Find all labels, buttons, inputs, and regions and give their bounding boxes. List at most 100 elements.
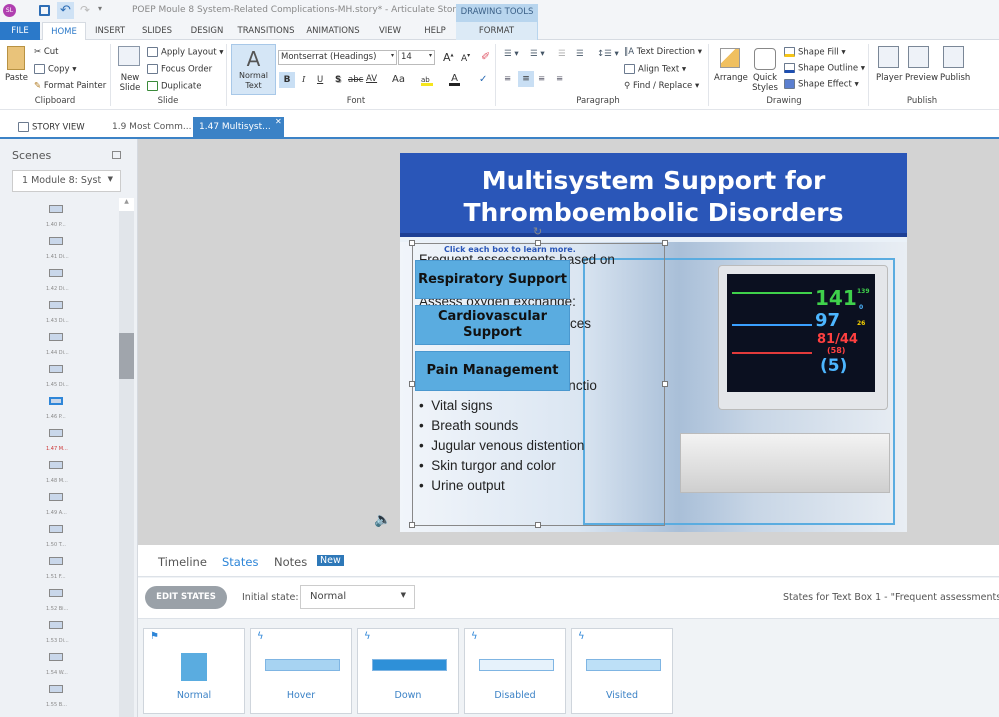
slide-thumbnail[interactable] (49, 301, 63, 309)
bold-button[interactable]: B (279, 72, 295, 88)
slide-thumbnail[interactable] (49, 333, 63, 341)
slide-thumbnail[interactable] (49, 621, 63, 629)
slide-thumbnail[interactable] (49, 269, 63, 277)
shape-effect-button[interactable]: Shape Effect ▾ (784, 79, 859, 90)
scrollbar-track[interactable]: ▲ (119, 198, 134, 717)
find-replace-button[interactable]: ⚲ Find / Replace ▾ (624, 81, 699, 91)
state-card-hover[interactable]: ϟ Hover (250, 628, 352, 714)
apply-layout-button[interactable]: Apply Layout ▾ (147, 47, 224, 58)
arrange-icon[interactable] (720, 48, 740, 68)
tab-story-view[interactable]: STORY VIEW (18, 122, 85, 133)
state-card-visited[interactable]: ϟ Visited (571, 628, 673, 714)
resize-handle[interactable] (535, 522, 541, 528)
clear-formatting-icon[interactable]: ✐ (481, 50, 490, 63)
new-slide-icon[interactable] (118, 46, 140, 66)
tab-home[interactable]: HOME (42, 22, 86, 40)
resize-handle[interactable] (662, 240, 668, 246)
scene-select[interactable]: 1 Module 8: Syst ▼ (12, 170, 121, 192)
font-color-icon[interactable]: A (449, 74, 460, 86)
slide-thumbnail[interactable] (49, 557, 63, 565)
state-card-disabled[interactable]: ϟ Disabled (464, 628, 566, 714)
decrease-indent-icon[interactable]: ☰ (558, 49, 566, 59)
slide-thumbnail[interactable] (49, 653, 63, 661)
save-icon[interactable] (39, 5, 50, 16)
tab-format[interactable]: FORMAT (456, 22, 538, 40)
restore-panel-icon[interactable] (112, 151, 121, 159)
resize-handle[interactable] (409, 522, 415, 528)
slide-thumbnail[interactable] (49, 685, 63, 693)
resize-handle[interactable] (535, 240, 541, 246)
change-case-button[interactable]: Aa (392, 74, 405, 85)
spellcheck-icon[interactable]: ✓ (479, 74, 487, 85)
grow-font-icon[interactable]: A▴ (443, 51, 454, 64)
align-text-button[interactable]: Align Text ▾ (624, 64, 686, 75)
cut-button[interactable]: ✂ Cut (34, 47, 58, 57)
resize-handle[interactable] (662, 381, 668, 387)
shrink-font-icon[interactable]: A▾ (461, 52, 470, 64)
preview-button[interactable]: Preview (905, 73, 938, 83)
shape-fill-button[interactable]: Shape Fill ▾ (784, 47, 846, 58)
slide-thumbnail[interactable] (49, 589, 63, 597)
numbering-icon[interactable]: ☰ ▾ (530, 49, 545, 59)
tab-notes[interactable]: Notes (274, 555, 307, 569)
initial-state-select[interactable]: Normal ▼ (300, 585, 415, 609)
new-slide-button[interactable]: New Slide (118, 73, 142, 93)
quick-styles-icon[interactable] (754, 48, 776, 70)
underline-button[interactable]: U (317, 75, 323, 85)
scroll-up-button[interactable]: ▲ (119, 198, 134, 211)
slide-thumbnail[interactable] (49, 237, 63, 245)
character-spacing-button[interactable]: AV (366, 74, 377, 84)
normal-text-button[interactable]: A Normal Text (231, 44, 276, 95)
tab-timeline[interactable]: Timeline (158, 555, 207, 569)
tab-states[interactable]: States (222, 555, 258, 569)
tab-help[interactable]: HELP (418, 22, 452, 40)
audio-icon[interactable]: 🔈 (374, 512, 391, 528)
tab-transitions[interactable]: TRANSITIONS (236, 22, 296, 40)
align-center-icon[interactable]: ≡ (518, 71, 534, 87)
player-button[interactable]: Player (876, 73, 902, 83)
state-card-down[interactable]: ϟ Down (357, 628, 459, 714)
copy-button[interactable]: Copy ▾ (34, 64, 77, 75)
strikethrough-button[interactable]: abc (348, 75, 363, 85)
rotate-handle-icon[interactable]: ↻ (533, 225, 542, 238)
customize-toolbar-icon[interactable]: ▾ (98, 4, 102, 13)
align-right-icon[interactable]: ≡ (538, 74, 545, 84)
close-tab-icon[interactable]: ✕ (275, 117, 282, 126)
tab-design[interactable]: DESIGN (186, 22, 228, 40)
tab-insert[interactable]: INSERT (90, 22, 130, 40)
increase-indent-icon[interactable]: ☰ (576, 49, 584, 59)
highlight-color-icon[interactable]: ab (421, 76, 433, 86)
justify-icon[interactable]: ≡ (556, 74, 563, 84)
tab-slides[interactable]: SLIDES (138, 22, 176, 40)
scrollbar-thumb[interactable] (119, 333, 134, 379)
slide-thumbnail[interactable] (49, 525, 63, 533)
tab-animations[interactable]: ANIMATIONS (304, 22, 362, 40)
line-spacing-icon[interactable]: ↕☰ ▾ (597, 49, 619, 59)
format-painter-button[interactable]: ✎ Format Painter (34, 81, 106, 91)
slide-thumbnail[interactable] (49, 461, 63, 469)
paste-button[interactable]: Paste (5, 73, 28, 83)
slide-thumbnail[interactable] (49, 429, 63, 437)
slide-thumbnail[interactable] (49, 493, 63, 501)
slide-thumbnail[interactable] (49, 397, 63, 405)
align-left-icon[interactable]: ≡ (504, 74, 511, 84)
undo-icon[interactable]: ↶ (57, 2, 74, 19)
focus-order-button[interactable]: Focus Order (147, 64, 212, 75)
publish-icon[interactable] (943, 46, 964, 68)
font-name-select[interactable]: Montserrat (Headings) ▾ (278, 50, 397, 65)
tab-view[interactable]: VIEW (372, 22, 408, 40)
tab-file[interactable]: FILE (0, 22, 40, 40)
tab-slide-1-9[interactable]: 1.9 Most Comm... (112, 122, 191, 132)
redo-icon[interactable]: ↷ (80, 3, 90, 17)
state-card-normal[interactable]: ⚑ Normal (143, 628, 245, 714)
shadow-button[interactable]: S (335, 75, 341, 85)
text-direction-button[interactable]: ‖A Text Direction ▾ (624, 47, 702, 57)
tab-slide-1-47[interactable]: 1.47 Multisyst... (193, 117, 284, 139)
shape-outline-button[interactable]: Shape Outline ▾ (784, 63, 865, 74)
slide-thumbnail[interactable] (49, 205, 63, 213)
font-size-select[interactable]: 14 ▾ (398, 50, 435, 65)
arrange-button[interactable]: Arrange (714, 73, 748, 83)
slide-thumbnail[interactable] (49, 365, 63, 373)
italic-button[interactable]: I (302, 75, 305, 85)
publish-button[interactable]: Publish (940, 73, 970, 83)
